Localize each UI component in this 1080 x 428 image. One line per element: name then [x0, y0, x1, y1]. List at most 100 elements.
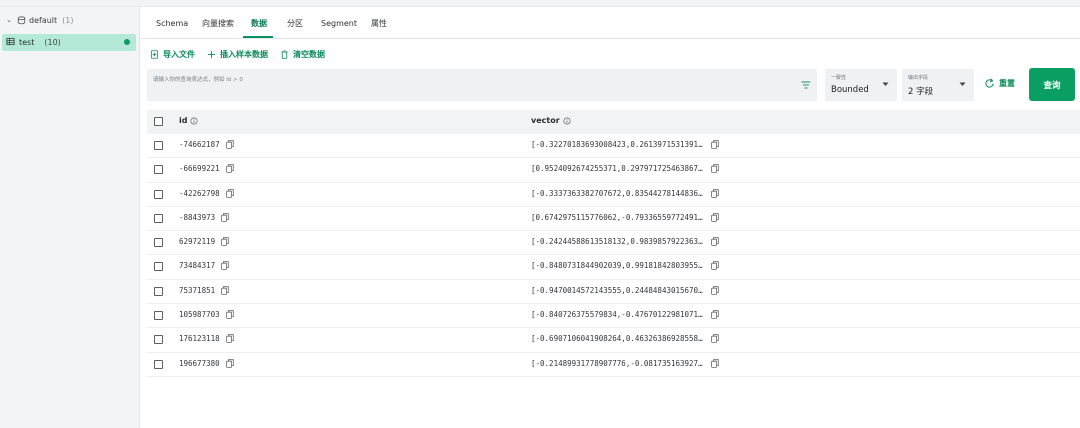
- cell-id-value: 196677380: [179, 358, 220, 368]
- sidebar-database-default[interactable]: ⌄ default (1): [0, 13, 140, 27]
- output-fields-value: 2 字段: [908, 87, 934, 97]
- info-icon[interactable]: [563, 116, 571, 125]
- status-dot: [124, 39, 130, 45]
- filter-icon[interactable]: [801, 81, 811, 89]
- table-row[interactable]: -42262798 [-0.3337363382707672,0.83544278…: [147, 182, 1080, 207]
- column-header-id[interactable]: id: [179, 116, 198, 125]
- chevron-down-icon[interactable]: ⌄: [6, 16, 14, 24]
- cell-vector: [-0.8480731844902039,0.99181842803955…: [531, 261, 719, 270]
- consistency-select[interactable]: 一致性 Bounded: [825, 69, 897, 101]
- cell-vector: [0.9524092674255371,0.297971725463867…: [531, 164, 719, 173]
- database-icon: [17, 15, 26, 25]
- table-row[interactable]: 62972119 [-0.24244588613518132,0.98398579…: [147, 231, 1080, 256]
- active-tab-indicator: [243, 36, 273, 38]
- tab-properties[interactable]: 属性: [371, 19, 387, 39]
- copy-icon[interactable]: [225, 164, 234, 174]
- row-checkbox[interactable]: [154, 141, 163, 150]
- query-expression-input[interactable]: 请输入你的查询表达式，例如 id > 0: [147, 69, 817, 101]
- plus-icon: [207, 50, 216, 58]
- copy-icon[interactable]: [710, 358, 719, 368]
- cell-id: 196677380: [179, 359, 234, 368]
- row-checkbox[interactable]: [154, 335, 163, 345]
- copy-icon[interactable]: [710, 213, 719, 222]
- cell-id-value: 73484317: [179, 261, 216, 271]
- copy-icon[interactable]: [221, 286, 229, 295]
- table-row[interactable]: -66699221 [0.9524092674255371,0.297971725…: [147, 158, 1080, 183]
- cell-id-value: 105987703: [179, 310, 220, 320]
- insert-sample-button[interactable]: 插入样本数据: [207, 49, 268, 60]
- cell-vector: [-0.21489931778907776,-0.081735163927…: [531, 359, 719, 368]
- data-actions: 导入文件 插入样本数据 清空数据: [150, 47, 337, 61]
- copy-icon[interactable]: [225, 188, 234, 198]
- cell-vector-value: [-0.9470014572143555,0.24484843015670…: [531, 285, 703, 295]
- table-icon: [6, 37, 15, 48]
- clear-data-button[interactable]: 清空数据: [280, 49, 325, 60]
- table-row[interactable]: -8843973 [0.6742975115776062,-0.793365597…: [147, 206, 1080, 232]
- select-all-checkbox[interactable]: [154, 117, 163, 126]
- info-icon[interactable]: [190, 116, 198, 125]
- table-row[interactable]: -74662187 [-0.32270183693008423,0.2613971…: [147, 134, 1080, 159]
- table-row[interactable]: 196677380 [-0.21489931778907776,-0.081735…: [147, 352, 1080, 377]
- reset-button[interactable]: 重置: [984, 78, 1015, 89]
- copy-icon[interactable]: [710, 261, 719, 271]
- tab-vector-search[interactable]: 向量搜索: [202, 19, 234, 39]
- table-row[interactable]: 105987703 [-0.840726375579834,-0.47670122…: [147, 304, 1080, 329]
- cell-id: -42262798: [179, 189, 234, 198]
- copy-icon[interactable]: [225, 140, 234, 149]
- copy-icon[interactable]: [710, 140, 719, 149]
- cell-id-value: 75371851: [179, 285, 216, 295]
- tab-partitions[interactable]: 分区: [287, 19, 303, 39]
- copy-icon[interactable]: [710, 188, 719, 198]
- copy-icon[interactable]: [225, 310, 234, 319]
- collection-name: test: [19, 38, 35, 47]
- copy-icon[interactable]: [221, 213, 229, 222]
- cell-vector-value: [-0.3337363382707672,0.83544278144836…: [531, 188, 703, 198]
- cell-vector: [-0.32270183693008423,0.2613971531391…: [531, 140, 719, 149]
- row-checkbox[interactable]: [154, 165, 163, 175]
- collection-count: (10): [44, 38, 61, 47]
- copy-icon[interactable]: [221, 237, 229, 246]
- copy-icon[interactable]: [710, 310, 719, 319]
- data-table: id vector -74662187 [-0.32270183693008423…: [147, 110, 1080, 377]
- row-checkbox[interactable]: [154, 213, 163, 223]
- copy-icon[interactable]: [225, 358, 234, 368]
- cell-vector-value: [-0.8480731844902039,0.99181842803955…: [531, 261, 703, 271]
- tab-segment[interactable]: Segment: [321, 19, 357, 39]
- cell-id-value: -74662187: [179, 140, 220, 149]
- copy-icon[interactable]: [221, 261, 229, 271]
- import-file-button[interactable]: 导入文件: [150, 49, 195, 60]
- row-checkbox[interactable]: [154, 311, 163, 321]
- table-row[interactable]: 75371851 [-0.9470014572143555,0.244848430…: [147, 279, 1080, 305]
- cell-vector-value: [-0.6907106041908264,0.46326386928558…: [531, 334, 703, 344]
- cell-vector: [-0.9470014572143555,0.24484843015670…: [531, 286, 719, 295]
- tab-schema[interactable]: Schema: [156, 19, 188, 39]
- cell-vector-value: [-0.32270183693008423,0.2613971531391…: [531, 140, 703, 149]
- cell-vector: [-0.24244588613518132,0.9839857922363…: [531, 237, 719, 246]
- row-checkbox[interactable]: [154, 262, 163, 272]
- copy-icon[interactable]: [710, 286, 719, 295]
- output-fields-label: 输出字段: [908, 75, 929, 81]
- table-row[interactable]: 176123118 [-0.6907106041908264,0.46326386…: [147, 328, 1080, 353]
- column-header-vector-label: vector: [531, 116, 560, 125]
- row-checkbox[interactable]: [154, 238, 163, 248]
- query-button[interactable]: 查询: [1029, 68, 1075, 101]
- cell-vector-value: [-0.840726375579834,-0.47670122981071…: [531, 310, 703, 320]
- output-fields-select[interactable]: 输出字段 2 字段: [902, 69, 974, 101]
- copy-icon[interactable]: [225, 334, 234, 344]
- reset-label: 重置: [999, 79, 1015, 88]
- caret-down-icon: [959, 82, 966, 86]
- table-row[interactable]: 73484317 [-0.8480731844902039,0.991818428…: [147, 255, 1080, 280]
- row-checkbox[interactable]: [154, 359, 163, 369]
- sidebar-item-test[interactable]: test (10): [2, 34, 136, 51]
- tab-bar: Schema 向量搜索 数据 分区 Segment 属性: [140, 7, 1080, 39]
- copy-icon[interactable]: [710, 334, 719, 344]
- cell-id: 73484317: [179, 261, 229, 270]
- column-header-vector[interactable]: vector: [531, 116, 571, 125]
- copy-icon[interactable]: [710, 237, 719, 246]
- row-checkbox[interactable]: [154, 286, 163, 296]
- cell-vector-value: [-0.21489931778907776,-0.081735163927…: [531, 358, 703, 368]
- row-checkbox[interactable]: [154, 189, 163, 199]
- copy-icon[interactable]: [710, 164, 719, 174]
- database-count: (1): [62, 15, 74, 25]
- cell-vector-value: [0.6742975115776062,-0.79336559772491…: [531, 212, 703, 222]
